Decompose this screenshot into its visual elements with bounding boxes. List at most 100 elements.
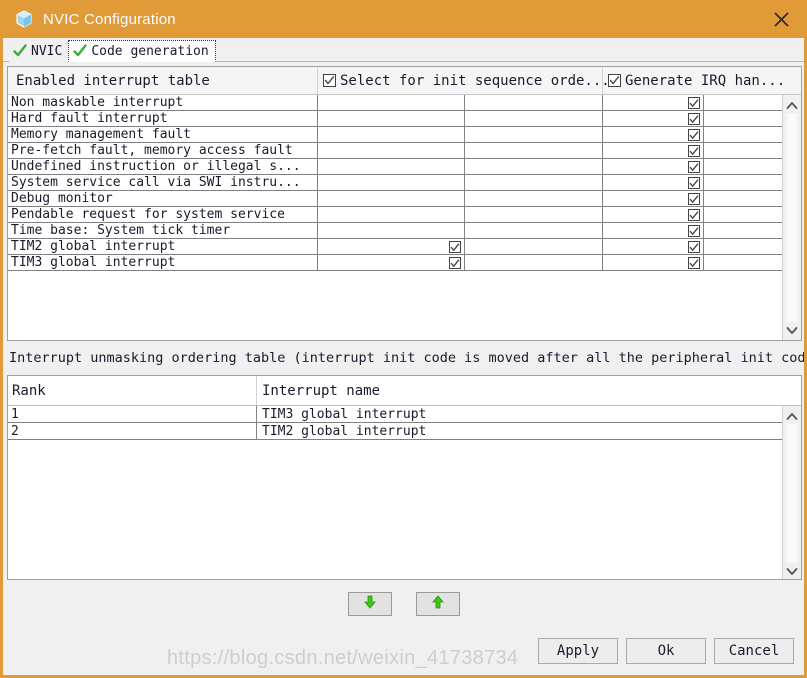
column-divider (602, 223, 603, 238)
table-row[interactable]: System service call via SWI instru... (8, 175, 782, 191)
column-divider (317, 207, 318, 222)
init-sequence-checkbox-cell[interactable] (447, 239, 463, 255)
cube-icon (15, 10, 33, 28)
column-header-init-sequence[interactable]: Select for init sequence orde... (317, 67, 610, 94)
column-divider (703, 255, 704, 270)
column-divider (464, 175, 465, 190)
table-row[interactable]: TIM3 global interrupt (8, 255, 782, 271)
column-divider (317, 127, 318, 142)
column-divider (464, 111, 465, 126)
select-init-sequence-header-checkbox[interactable] (323, 74, 336, 87)
interrupt-name-cell: Debug monitor (11, 191, 113, 206)
cancel-button[interactable]: Cancel (714, 638, 794, 664)
footer-strip (3, 665, 804, 675)
ordering-table-scrollbar[interactable] (782, 406, 801, 579)
table-row[interactable]: Pendable request for system service (8, 207, 782, 223)
nvic-configuration-window: NVIC Configuration NVIC Code generation … (0, 0, 807, 678)
arrow-up-icon (430, 594, 446, 614)
interrupt-table-header: Enabled interrupt table Select for init … (8, 67, 801, 95)
move-down-button[interactable] (347, 592, 392, 616)
irq-handler-checkbox-cell[interactable] (686, 127, 702, 143)
scroll-down-icon[interactable] (783, 322, 801, 338)
irq-handler-checkbox[interactable] (688, 241, 700, 253)
column-divider (602, 143, 603, 158)
tab-code-generation-label: Code generation (91, 43, 209, 59)
column-divider (602, 127, 603, 142)
init-sequence-checkbox[interactable] (449, 257, 461, 269)
irq-handler-checkbox-cell[interactable] (686, 95, 702, 111)
interrupt-table-scrollbar[interactable] (782, 95, 801, 340)
irq-handler-checkbox[interactable] (688, 257, 700, 269)
column-divider (703, 223, 704, 238)
tab-nvic[interactable]: NVIC (9, 40, 69, 62)
irq-handler-checkbox-cell[interactable] (686, 111, 702, 127)
irq-handler-checkbox[interactable] (688, 161, 700, 173)
window-title: NVIC Configuration (43, 10, 176, 28)
move-buttons-group (3, 592, 804, 616)
column-header-irq-handler-label: Generate IRQ han... (625, 72, 786, 89)
column-divider (602, 207, 603, 222)
interrupt-name-cell: TIM3 global interrupt (262, 406, 427, 422)
interrupt-table-body: Non maskable interrupt Hard fault interru… (8, 95, 782, 340)
rank-cell: 1 (11, 406, 19, 422)
irq-handler-checkbox[interactable] (688, 193, 700, 205)
ok-button[interactable]: Ok (626, 638, 706, 664)
dialog-action-bar: Apply Ok Cancel (538, 638, 794, 664)
table-row[interactable]: Time base: System tick timer (8, 223, 782, 239)
table-row[interactable]: Memory management fault (8, 127, 782, 143)
interrupt-name-cell: TIM2 global interrupt (11, 239, 176, 254)
table-row[interactable]: 1 TIM3 global interrupt (8, 406, 782, 423)
column-divider (703, 239, 704, 254)
scrollbar-track[interactable] (787, 113, 797, 322)
generate-irq-handler-header-checkbox[interactable] (608, 74, 621, 87)
ordering-table-header: Rank Interrupt name (8, 376, 801, 406)
table-row[interactable]: Undefined instruction or illegal s... (8, 159, 782, 175)
column-header-name: Enabled interrupt table (16, 72, 210, 89)
ordering-table-label: Interrupt unmasking ordering table (inte… (9, 350, 807, 366)
scroll-down-icon[interactable] (783, 563, 801, 579)
tab-code-generation[interactable]: Code generation (68, 40, 216, 62)
irq-handler-checkbox-cell[interactable] (686, 143, 702, 159)
table-row[interactable]: Debug monitor (8, 191, 782, 207)
interrupt-name-cell: Non maskable interrupt (11, 95, 184, 110)
table-row[interactable]: Non maskable interrupt (8, 95, 782, 111)
irq-handler-checkbox[interactable] (688, 113, 700, 125)
column-divider (703, 111, 704, 126)
irq-handler-checkbox[interactable] (688, 129, 700, 141)
irq-handler-checkbox[interactable] (688, 145, 700, 157)
scroll-up-icon[interactable] (783, 408, 801, 424)
column-divider (464, 159, 465, 174)
column-header-irq-handler[interactable]: Generate IRQ han... (602, 67, 785, 94)
irq-handler-checkbox-cell[interactable] (686, 191, 702, 207)
irq-handler-checkbox-cell[interactable] (686, 255, 702, 271)
column-divider (703, 207, 704, 222)
irq-handler-checkbox-cell[interactable] (686, 223, 702, 239)
irq-handler-checkbox[interactable] (688, 177, 700, 189)
column-divider (317, 95, 318, 110)
column-divider (703, 191, 704, 206)
interrupt-name-cell: Memory management fault (11, 127, 192, 142)
table-row[interactable]: TIM2 global interrupt (8, 239, 782, 255)
irq-handler-checkbox-cell[interactable] (686, 207, 702, 223)
table-row[interactable]: Hard fault interrupt (8, 111, 782, 127)
move-up-button[interactable] (415, 592, 460, 616)
init-sequence-checkbox[interactable] (449, 241, 461, 253)
irq-handler-checkbox[interactable] (688, 225, 700, 237)
column-divider (464, 191, 465, 206)
irq-handler-checkbox[interactable] (688, 209, 700, 221)
tab-nvic-label: NVIC (31, 43, 63, 59)
irq-handler-checkbox-cell[interactable] (686, 175, 702, 191)
scroll-up-icon[interactable] (783, 97, 801, 113)
irq-handler-checkbox[interactable] (688, 97, 700, 109)
table-row[interactable]: Pre-fetch fault, memory access fault (8, 143, 782, 159)
init-sequence-checkbox-cell[interactable] (447, 255, 463, 271)
apply-button[interactable]: Apply (538, 638, 618, 664)
column-divider (464, 127, 465, 142)
irq-handler-checkbox-cell[interactable] (686, 239, 702, 255)
table-row[interactable]: 2 TIM2 global interrupt (8, 423, 782, 440)
scrollbar-track[interactable] (787, 424, 797, 563)
irq-handler-checkbox-cell[interactable] (686, 159, 702, 175)
column-divider (317, 111, 318, 126)
enabled-interrupt-table: Enabled interrupt table Select for init … (7, 66, 802, 341)
close-icon[interactable] (758, 0, 804, 38)
